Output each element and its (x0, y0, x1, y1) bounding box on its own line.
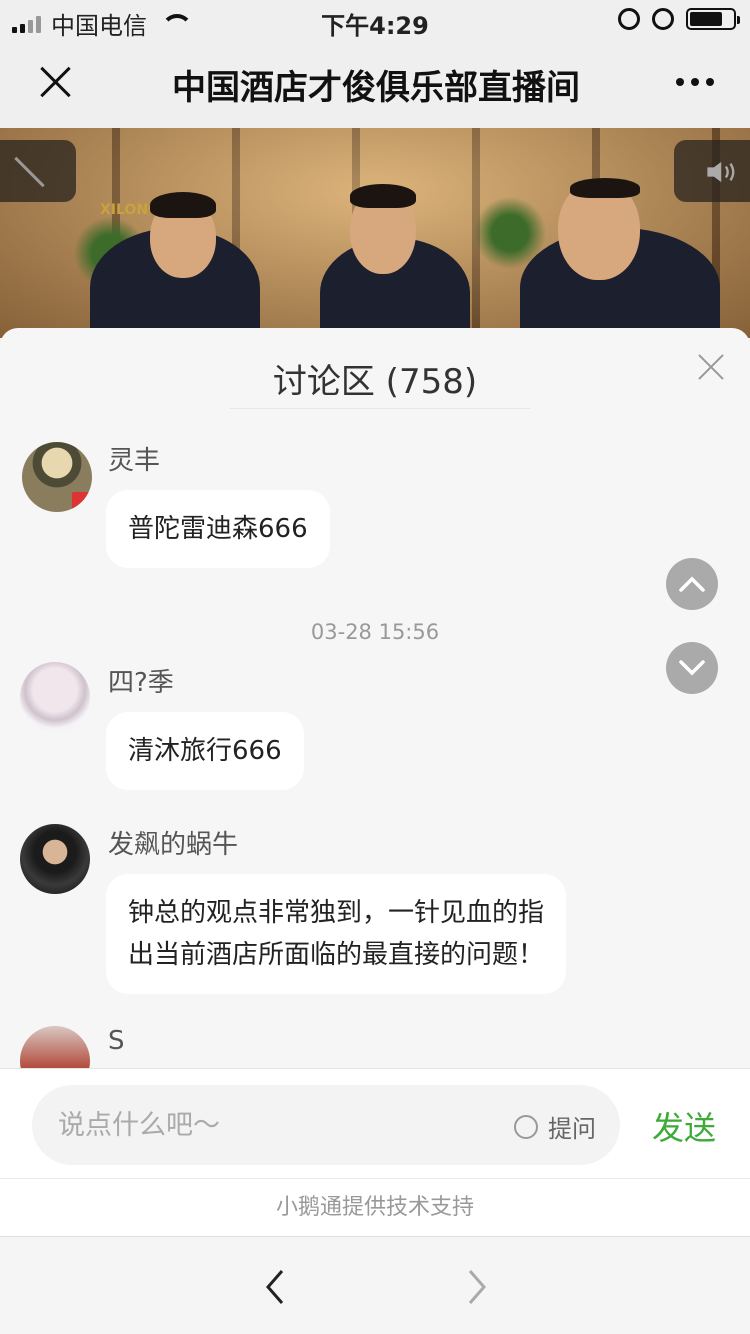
chevron-down-icon (679, 660, 705, 676)
divider (230, 408, 530, 409)
speaker-3-hair (570, 178, 640, 198)
message-author: S (108, 1026, 125, 1056)
ask-question-toggle[interactable]: 提问 (514, 1109, 596, 1144)
back-button[interactable] (256, 1267, 296, 1307)
browser-toolbar (0, 1236, 750, 1334)
support-footer: 小鹅通提供技术支持 (0, 1178, 750, 1236)
chevron-up-icon (679, 576, 705, 592)
page-title: 中国酒店才俊俱乐部直播间 (172, 68, 580, 108)
speaker-2-hair (350, 184, 416, 208)
status-bar: 中国电信 下午4:29 (0, 0, 750, 40)
avatar[interactable] (20, 662, 90, 732)
live-video[interactable]: XILONG (0, 128, 750, 338)
close-icon[interactable] (698, 354, 724, 380)
message-bubble: 普陀雷迪森666 (106, 490, 330, 568)
speaker-icon (707, 161, 735, 183)
speaker-1-hair (150, 192, 216, 218)
radio-icon[interactable] (514, 1114, 538, 1139)
avatar[interactable] (20, 824, 90, 894)
panel-title: 讨论区 (758) (272, 362, 478, 402)
message-text-line: 钟总的观点非常独到，一针见血的指 (128, 898, 545, 928)
message-author: 四?季 (108, 668, 174, 698)
send-button[interactable]: 发送 (652, 1103, 716, 1149)
comment-input-box[interactable]: 提问 (32, 1085, 620, 1165)
chevron-right-icon (468, 1270, 486, 1304)
fullscreen-button[interactable] (0, 140, 76, 202)
avatar[interactable] (20, 1026, 90, 1068)
message-author: 发飙的蜗牛 (108, 830, 239, 860)
sound-button[interactable] (674, 140, 750, 202)
ask-label: 提问 (548, 1115, 596, 1143)
input-bar: 提问 发送 (0, 1068, 750, 1178)
comment-input[interactable] (58, 1103, 458, 1147)
battery-icon (686, 8, 740, 30)
more-icon[interactable] (676, 78, 714, 86)
close-icon[interactable] (36, 62, 76, 102)
discussion-panel: 讨论区 (758) 灵丰 普陀雷迪森666 03-28 15:56 四?季 清沐… (0, 328, 750, 1068)
scroll-down-button[interactable] (666, 642, 718, 694)
message-author: 灵丰 (108, 446, 161, 476)
chevron-left-icon (266, 1270, 284, 1304)
rotation-lock-icon (618, 8, 640, 30)
message-text-line: 出当前酒店所面临的最直接的问题！ (128, 940, 545, 970)
avatar[interactable] (22, 442, 92, 512)
forward-button[interactable] (456, 1267, 496, 1307)
message-bubble: 清沐旅行666 (106, 712, 304, 790)
expand-icon (14, 156, 46, 188)
message-timestamp: 03-28 15:56 (310, 620, 440, 644)
scroll-up-button[interactable] (666, 558, 718, 610)
nav-bar: 中国酒店才俊俱乐部直播间 (0, 40, 750, 128)
message-bubble: 钟总的观点非常独到，一针见血的指 出当前酒店所面临的最直接的问题！ (106, 874, 567, 994)
alarm-icon (652, 8, 674, 30)
